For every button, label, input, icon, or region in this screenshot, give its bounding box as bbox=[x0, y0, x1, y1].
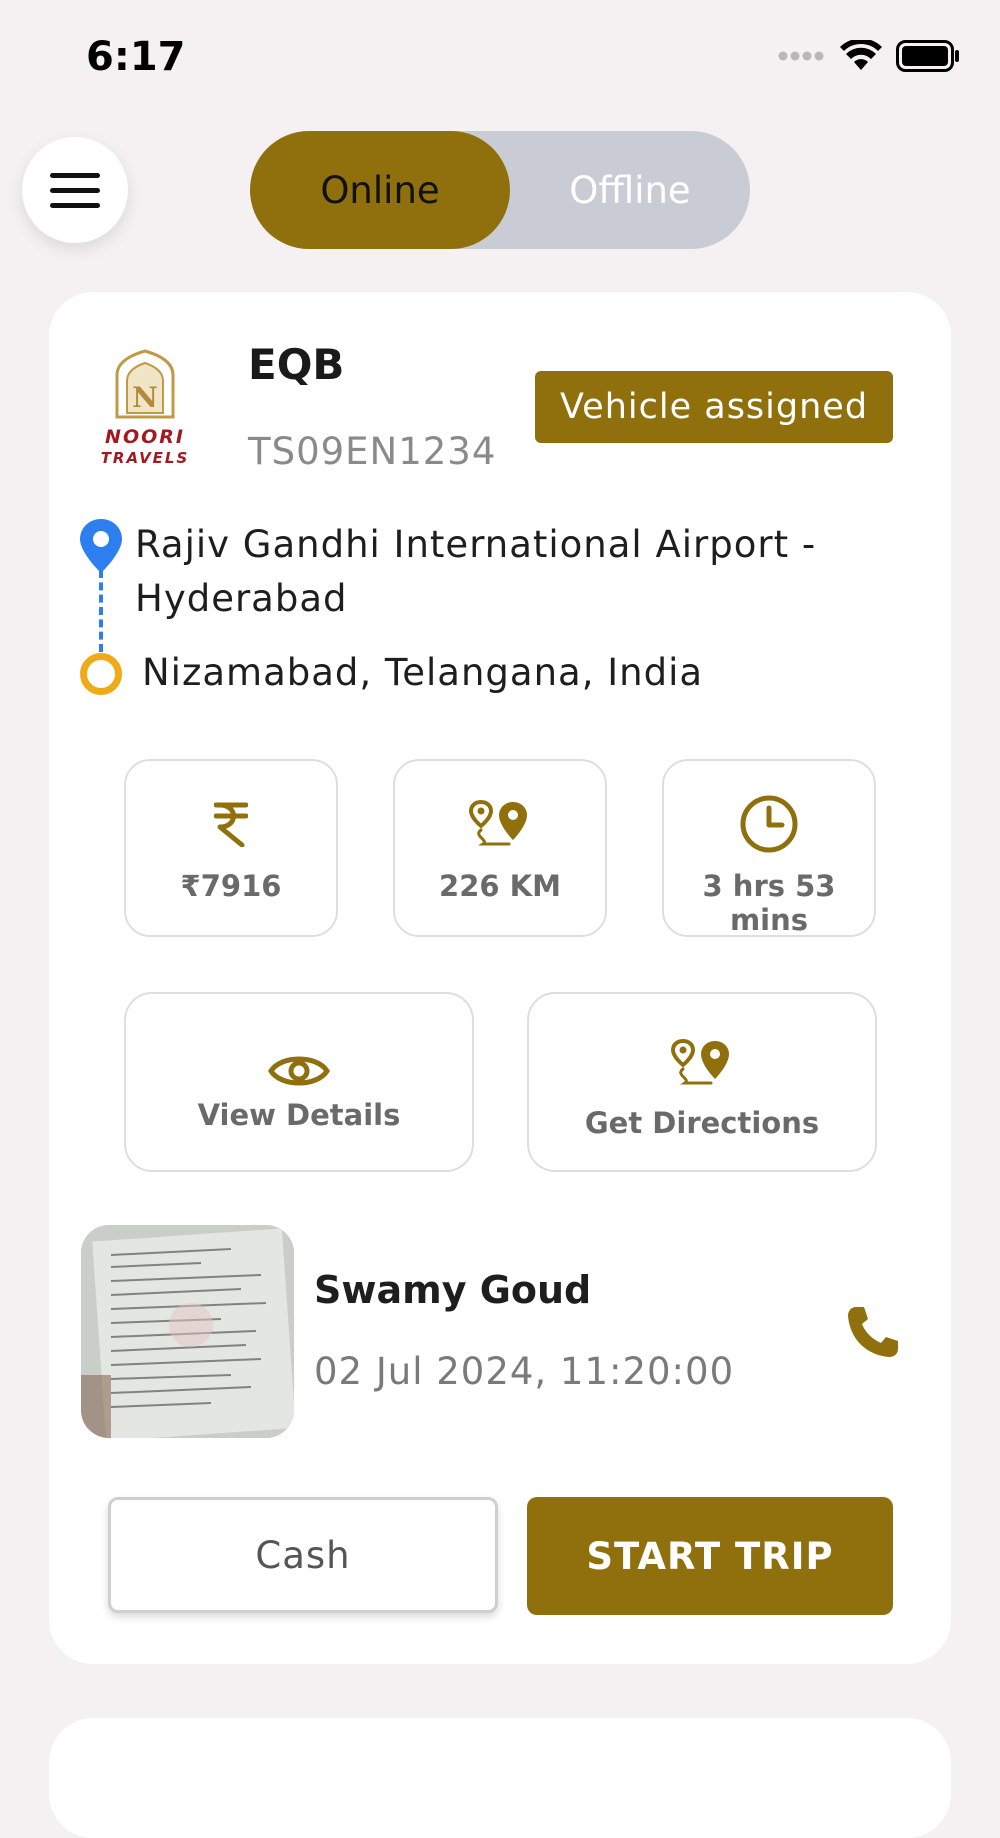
signal-icon bbox=[778, 51, 824, 61]
get-directions-button[interactable]: Get Directions bbox=[527, 992, 877, 1172]
toggle-online[interactable]: Online bbox=[250, 131, 510, 249]
rupee-icon bbox=[214, 802, 248, 847]
trip-card bbox=[49, 292, 951, 1664]
status-icons bbox=[778, 40, 960, 72]
payment-method-button[interactable]: Cash bbox=[108, 1497, 498, 1613]
next-trip-card bbox=[49, 1718, 951, 1838]
logo-line1: NOORI bbox=[105, 426, 185, 448]
status-badge: Vehicle assigned bbox=[535, 371, 893, 443]
fare-value: ₹7916 bbox=[180, 869, 282, 903]
route-pins-icon bbox=[671, 1039, 729, 1085]
customer-photo bbox=[81, 1225, 294, 1438]
svg-text:N: N bbox=[132, 381, 158, 414]
wifi-icon bbox=[840, 40, 882, 70]
availability-toggle[interactable]: Online Offline bbox=[250, 131, 750, 249]
pickup-address: Rajiv Gandhi International Airport - Hyd… bbox=[135, 523, 817, 620]
start-trip-button[interactable]: START TRIP bbox=[527, 1497, 893, 1615]
status-time: 6:17 bbox=[86, 34, 186, 80]
view-details-button[interactable]: View Details bbox=[124, 992, 474, 1172]
distance-stat: 226 KM bbox=[393, 759, 607, 937]
company-logo: N NOORI TRAVELS bbox=[90, 345, 200, 469]
toggle-offline[interactable]: Offline bbox=[510, 131, 750, 249]
logo-line2: TRAVELS bbox=[101, 449, 190, 467]
clock-icon bbox=[740, 795, 798, 853]
drop-address: Nizamabad, Telangana, India bbox=[142, 651, 704, 694]
hamburger-menu-icon bbox=[50, 173, 100, 208]
duration-stat: 3 hrs 53 mins bbox=[662, 759, 876, 937]
route-pins-icon bbox=[469, 800, 527, 846]
battery-icon bbox=[896, 40, 959, 72]
distance-value: 226 KM bbox=[439, 869, 561, 903]
vehicle-name: EQB bbox=[248, 340, 345, 389]
phone-icon[interactable] bbox=[846, 1305, 900, 1359]
trip-datetime: 02 Jul 2024, 11:20:00 bbox=[314, 1350, 735, 1393]
route-connector bbox=[99, 570, 103, 652]
view-details-label: View Details bbox=[197, 1098, 401, 1132]
pickup-pin-icon bbox=[80, 519, 122, 573]
duration-value: 3 hrs 53 mins bbox=[702, 869, 836, 937]
fare-stat: ₹7916 bbox=[124, 759, 338, 937]
get-directions-label: Get Directions bbox=[584, 1106, 820, 1140]
customer-name: Swamy Goud bbox=[314, 1268, 592, 1312]
drop-circle-icon bbox=[80, 653, 122, 695]
menu-button[interactable] bbox=[22, 137, 128, 243]
eye-icon bbox=[268, 1056, 330, 1086]
plate-number: TS09EN1234 bbox=[248, 430, 497, 473]
